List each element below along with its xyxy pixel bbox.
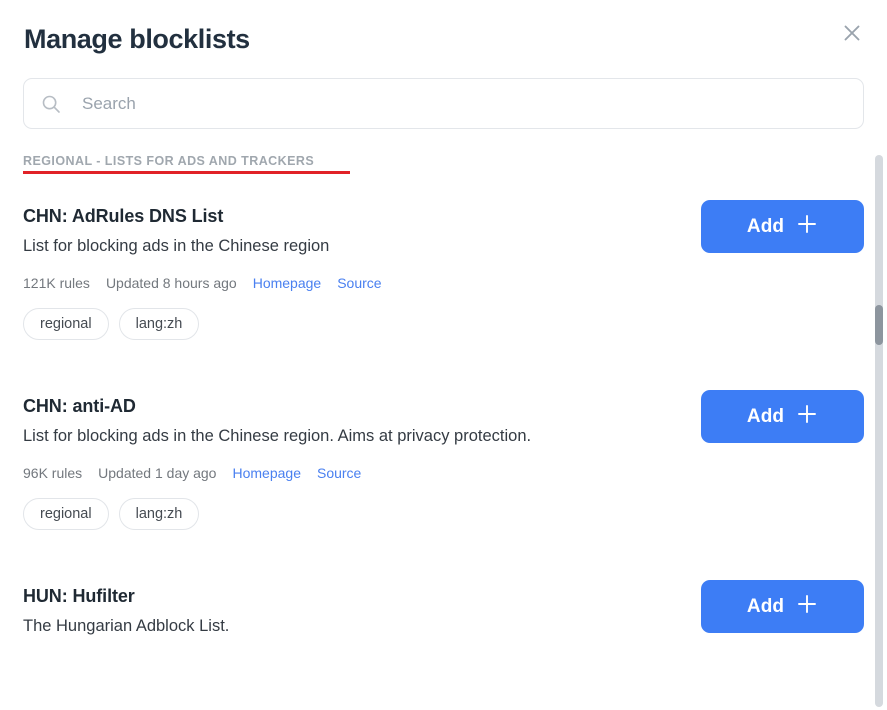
list-item-description: List for blocking ads in the Chinese reg… <box>23 427 532 445</box>
homepage-link[interactable]: Homepage <box>253 274 322 292</box>
add-button-label: Add <box>746 595 785 617</box>
list-item-description: List for blocking ads in the Chinese reg… <box>23 237 330 255</box>
dialog-clip: Manage blocklists REGIONAL - LIST <box>0 0 887 710</box>
list-item: HUN: Hufilter The Hungarian Adblock List… <box>23 580 864 656</box>
add-button[interactable]: Add <box>701 200 864 253</box>
add-button-label: Add <box>746 215 785 237</box>
search-bar[interactable] <box>23 78 864 129</box>
dialog-header: Manage blocklists <box>0 0 887 78</box>
list-item-title: CHN: AdRules DNS List <box>23 206 224 226</box>
list-item-content: CHN: anti-AD List for blocking ads in th… <box>23 390 677 530</box>
updated-timestamp: Updated 8 hours ago <box>105 275 237 291</box>
tag-row: regional lang:zh <box>23 308 677 340</box>
tag-lang[interactable]: lang:zh <box>118 498 200 530</box>
updated-timestamp: Updated 1 day ago <box>98 465 217 481</box>
blocklist-list: CHN: AdRules DNS List List for blocking … <box>0 200 887 656</box>
list-item: CHN: anti-AD List for blocking ads in th… <box>23 390 864 548</box>
search-icon <box>40 93 62 115</box>
plus-icon <box>796 593 818 621</box>
list-item-title: HUN: Hufilter <box>23 586 135 606</box>
close-button[interactable] <box>835 16 869 50</box>
list-item-meta: 121K rules Updated 8 hours ago Homepage … <box>23 274 677 292</box>
section-underline <box>23 171 350 174</box>
list-item-meta: 96K rules Updated 1 day ago Homepage Sou… <box>23 464 677 482</box>
tag-regional[interactable]: regional <box>23 498 109 530</box>
close-icon <box>842 23 862 43</box>
rules-count: 96K rules <box>23 465 83 481</box>
rules-count: 121K rules <box>23 275 90 291</box>
section-header: REGIONAL - LISTS FOR ADS AND TRACKERS <box>23 153 350 174</box>
tag-lang[interactable]: lang:zh <box>118 308 200 340</box>
page-title: Manage blocklists <box>24 24 250 54</box>
plus-icon <box>796 403 818 431</box>
search-input[interactable] <box>82 79 847 128</box>
add-button-label: Add <box>746 405 785 427</box>
list-item-description: The Hungarian Adblock List. <box>23 617 230 635</box>
list-item: CHN: AdRules DNS List List for blocking … <box>23 200 864 358</box>
tag-row: regional lang:zh <box>23 498 677 530</box>
scrollbar-track[interactable] <box>875 155 883 707</box>
source-link[interactable]: Source <box>337 274 381 292</box>
add-button[interactable]: Add <box>701 580 864 633</box>
list-item-content: HUN: Hufilter The Hungarian Adblock List… <box>23 580 677 638</box>
manage-blocklists-dialog: Manage blocklists REGIONAL - LIST <box>0 0 887 710</box>
item-separator <box>23 358 864 390</box>
homepage-link[interactable]: Homepage <box>232 464 301 482</box>
source-link[interactable]: Source <box>317 464 361 482</box>
scrollbar-thumb[interactable] <box>875 305 883 345</box>
list-item-title: CHN: anti-AD <box>23 396 136 416</box>
list-item-content: CHN: AdRules DNS List List for blocking … <box>23 200 677 340</box>
plus-icon <box>796 213 818 241</box>
tag-regional[interactable]: regional <box>23 308 109 340</box>
add-button[interactable]: Add <box>701 390 864 443</box>
item-separator <box>23 548 864 580</box>
